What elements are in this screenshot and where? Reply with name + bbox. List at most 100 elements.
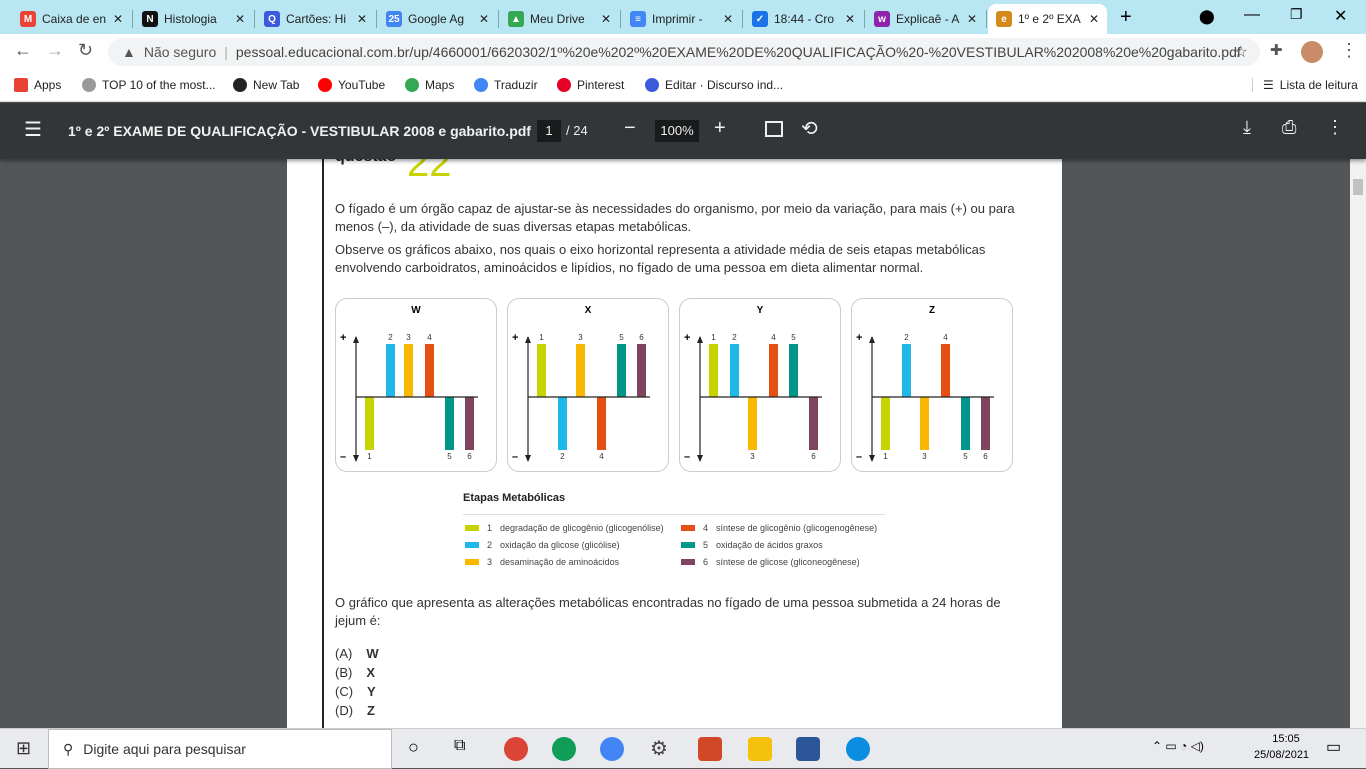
bar-label: 5 [619, 333, 624, 342]
close-tab-icon[interactable]: ✕ [1089, 12, 1099, 26]
legend-label: síntese de glicose (gliconeogênese) [716, 557, 860, 567]
close-tab-icon[interactable]: ✕ [967, 12, 977, 26]
close-window-button[interactable]: ✕ [1334, 6, 1347, 26]
new-tab-button[interactable]: + [1120, 6, 1132, 29]
answer-option: (D) Z [335, 703, 375, 718]
tab[interactable]: ✓ 18:44 - Cro ✕ [744, 4, 863, 34]
tab-strip: M Caixa de en ✕ N Histologia ✕ Q Cartões: Hi ✕ 25… [0, 0, 1366, 34]
bar-W-2 [386, 344, 395, 397]
chrome-profile-icon[interactable] [552, 737, 576, 761]
tab[interactable]: Q Cartões: Hi ✕ [256, 4, 375, 34]
star-icon[interactable]: ☆ [1234, 42, 1248, 62]
bar-label: 4 [943, 333, 948, 342]
legend-item: 5 oxidação de ácidos graxos [681, 540, 823, 550]
bookmark[interactable]: TOP 10 of the most... [82, 78, 216, 92]
url-input[interactable]: ▲ Não seguro | pessoal.educacional.com.b… [108, 38, 1260, 66]
edge-icon[interactable] [846, 737, 870, 761]
menu-icon[interactable]: ⋮ [1340, 40, 1358, 61]
close-tab-icon[interactable]: ✕ [479, 12, 489, 26]
cortana-icon[interactable]: ○ [408, 737, 419, 758]
reload-icon[interactable]: ↻ [78, 40, 93, 61]
bar-label: 1 [539, 333, 544, 342]
legend-item: 6 síntese de glicose (gliconeogênese) [681, 557, 860, 567]
tab[interactable]: e 1º e 2º EXA ✕ [988, 4, 1107, 34]
close-tab-icon[interactable]: ✕ [235, 12, 245, 26]
tab[interactable]: M Caixa de en ✕ [12, 4, 131, 34]
clock-time[interactable]: 15:05 [1266, 733, 1306, 745]
tab[interactable]: w Explicaê - A ✕ [866, 4, 985, 34]
hamburger-icon[interactable]: ☰ [24, 117, 42, 142]
clock-date[interactable]: 25/08/2021 [1254, 749, 1309, 761]
bookmark-label: YouTube [338, 78, 386, 92]
word-icon[interactable] [796, 737, 820, 761]
restore-button[interactable]: ❐ [1290, 6, 1303, 23]
scrollbar-thumb[interactable] [1353, 179, 1363, 195]
tab-separator [864, 10, 865, 28]
bar-Z-3 [920, 397, 929, 450]
bar-Y-1 [709, 344, 718, 397]
tab-title: Histologia [164, 12, 217, 26]
close-tab-icon[interactable]: ✕ [601, 12, 611, 26]
bar-W-6 [465, 397, 474, 450]
zoom-out-icon[interactable]: − [624, 117, 636, 140]
bar-Y-2 [730, 344, 739, 397]
print-icon[interactable]: ⎙ [1282, 117, 1296, 138]
axis-arrow [869, 336, 875, 343]
close-tab-icon[interactable]: ✕ [113, 12, 123, 26]
favicon-icon: e [996, 11, 1012, 27]
legend-label: degradação de glicogênio (glicogenólise) [500, 523, 664, 533]
bar-label: 5 [447, 452, 452, 461]
back-icon[interactable]: ← [14, 40, 32, 61]
notifications-icon[interactable]: ▭ [1326, 737, 1341, 757]
more-icon[interactable]: ⋮ [1326, 117, 1344, 138]
tray-icons[interactable]: ⌃ ▭ ◔ ◁) [1152, 739, 1204, 753]
answer-option: (B) X [335, 665, 375, 680]
rotate-icon[interactable]: ⟲ [801, 116, 818, 141]
task-view-icon[interactable]: ⧉ [454, 737, 465, 755]
settings-icon[interactable]: ⚙ [650, 736, 668, 761]
close-tab-icon[interactable]: ✕ [723, 12, 733, 26]
bookmark[interactable]: New Tab [233, 78, 299, 92]
legend-swatch [681, 559, 695, 565]
bookmarks-bar: Apps TOP 10 of the most... New Tab YouTube M… [0, 70, 1366, 102]
zoom-input[interactable]: 100% [655, 120, 699, 142]
close-tab-icon[interactable]: ✕ [357, 12, 367, 26]
bookmark[interactable]: YouTube [318, 78, 385, 92]
avatar[interactable] [1301, 41, 1323, 63]
taskbar-search[interactable]: ⚲ Digite aqui para pesquisar [48, 729, 392, 769]
bookmark[interactable]: Maps [405, 78, 454, 92]
tab[interactable]: 25 Google Ag ✕ [378, 4, 497, 34]
bookmark[interactable]: Pinterest [557, 78, 624, 92]
zoom-in-icon[interactable]: + [714, 117, 726, 140]
bookmark-icon [233, 78, 247, 92]
option-text: Z [367, 703, 375, 718]
tab-separator [742, 10, 743, 28]
option-letter: (C) [335, 684, 354, 699]
tab[interactable]: ≡ Imprimir - ✕ [622, 4, 741, 34]
close-tab-icon[interactable]: ✕ [845, 12, 855, 26]
tab[interactable]: N Histologia ✕ [134, 4, 253, 34]
bookmark[interactable]: Apps [14, 78, 61, 92]
bookmark[interactable]: Traduzir [474, 78, 538, 92]
windows-start-icon[interactable]: ⊞ [16, 738, 31, 759]
chrome-icon[interactable] [504, 737, 528, 761]
tab-search-icon[interactable]: ⬤ [1199, 8, 1215, 25]
forward-icon[interactable]: → [46, 40, 64, 61]
page-margin-line [322, 130, 324, 730]
file-explorer-icon[interactable] [748, 737, 772, 761]
tab-title: 1º e 2º EXA [1018, 12, 1081, 26]
extensions-icon[interactable]: ✚ [1270, 41, 1283, 59]
download-icon[interactable]: ⤓ [1243, 117, 1251, 138]
security-label[interactable]: Não seguro [144, 44, 216, 60]
fit-page-icon[interactable] [765, 121, 783, 137]
page-input[interactable]: 1 [537, 120, 561, 142]
bookmark[interactable]: Editar · Discurso ind... [645, 78, 783, 92]
scrollbar[interactable] [1350, 159, 1366, 728]
chrome-profile-2-icon[interactable] [600, 737, 624, 761]
bar-label: 3 [578, 333, 583, 342]
taskbar: ⊞ ⚲ Digite aqui para pesquisar ○ ⧉ ⚙ ⌃ ▭ … [0, 728, 1366, 769]
powerpoint-icon[interactable] [698, 737, 722, 761]
tab[interactable]: ▲ Meu Drive ✕ [500, 4, 619, 34]
reading-list[interactable]: ☰ Lista de leitura [1252, 78, 1358, 92]
minimize-button[interactable]: — [1244, 6, 1260, 24]
